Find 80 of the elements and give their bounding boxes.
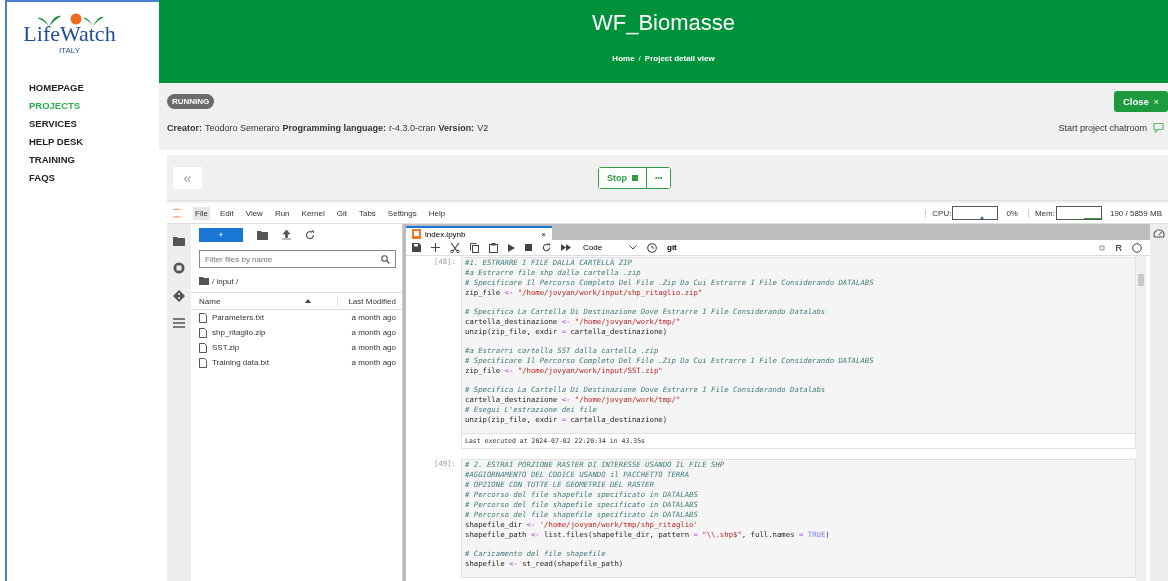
file-icon	[199, 357, 207, 368]
breadcrumb-item[interactable]: Home	[612, 54, 635, 63]
menu-item[interactable]: File	[193, 206, 210, 220]
gauge-icon[interactable]	[1153, 228, 1165, 239]
menu-item[interactable]: Settings	[385, 206, 419, 220]
cell-type-dropdown[interactable]: Code	[583, 243, 619, 252]
menu-item[interactable]: Tabs	[356, 206, 378, 220]
file-icon	[199, 312, 207, 323]
menu-item[interactable]: Edit	[217, 206, 236, 220]
clock-icon[interactable]	[647, 242, 657, 253]
logo-text[interactable]: LifeWatch	[23, 22, 116, 46]
menu-item[interactable]: Help	[426, 206, 448, 220]
file-name[interactable]: Training data.txt	[212, 358, 347, 367]
code-input[interactable]	[461, 257, 1136, 434]
tab-close-button[interactable]: ×	[541, 229, 546, 239]
nav-link[interactable]: FAQS	[29, 171, 159, 184]
menu-item[interactable]: View	[243, 206, 265, 220]
cpu-label: CPU:	[925, 208, 952, 218]
nav-link[interactable]: TRAINING	[29, 153, 159, 166]
column-header[interactable]: Name	[199, 296, 306, 306]
git-button[interactable]: git	[667, 243, 677, 252]
filter-field[interactable]: Filter files by name	[199, 250, 396, 268]
menu-item[interactable]: Git	[334, 206, 349, 220]
status-badge: RUNNING	[167, 94, 215, 109]
file-modified: a month ago	[351, 358, 396, 367]
code-input[interactable]	[461, 459, 1136, 578]
fast-forward-icon[interactable]	[561, 244, 571, 251]
file-name[interactable]: Parameters.txt	[212, 313, 347, 322]
column-header[interactable]: Last Modified	[337, 296, 396, 306]
run-icon[interactable]	[508, 243, 515, 252]
nav-link[interactable]: HOMEPAGE	[29, 81, 159, 94]
file-modified: a month ago	[351, 328, 396, 337]
list-icon[interactable]	[173, 318, 185, 328]
scrollbar[interactable]	[1136, 256, 1146, 581]
breadcrumb-item: /	[638, 54, 641, 63]
menu-item[interactable]: Kernel	[299, 206, 327, 220]
new-folder-icon[interactable]	[257, 230, 268, 240]
kernel-name[interactable]: R	[1115, 242, 1122, 253]
save-icon[interactable]	[412, 243, 421, 252]
notebook-tab[interactable]: index.ipynb ×	[406, 226, 552, 240]
file-icon	[199, 327, 207, 338]
nav-link[interactable]: HELP DESK	[29, 135, 159, 148]
stop-button[interactable]: Stop	[599, 167, 647, 188]
cut-icon[interactable]	[450, 242, 460, 253]
chevron-down-icon[interactable]	[629, 245, 637, 250]
logo-subtitle: ITALY	[58, 46, 80, 55]
cpu-reading: 0%	[1006, 208, 1018, 218]
folder-icon[interactable]	[173, 236, 185, 246]
git-icon[interactable]	[173, 290, 185, 302]
file-icon	[199, 342, 207, 353]
sort-up-icon[interactable]	[305, 299, 312, 303]
breadcrumb-path[interactable]: / input /	[212, 276, 239, 286]
project-details: Creator: Teodoro Semeraro Programming language: r-4.3.0-cran Version: V2	[167, 122, 490, 133]
page-title: WF_Biomasse	[591, 10, 735, 36]
stop-circle-icon[interactable]	[173, 262, 185, 274]
memory-reading: 190 / 5859 MB	[1109, 208, 1162, 218]
upload-icon[interactable]	[282, 230, 291, 240]
new-launcher-button[interactable]: +	[199, 228, 243, 242]
tab-title: index.ipynb	[425, 229, 467, 239]
plus-icon[interactable]	[431, 243, 440, 252]
search-icon	[381, 255, 390, 264]
paste-icon[interactable]	[489, 242, 498, 253]
chatroom-link[interactable]: Start project chatroom	[1058, 122, 1147, 133]
refresh-icon[interactable]	[305, 230, 315, 240]
copy-icon[interactable]	[470, 242, 479, 253]
breadcrumb-item: Project detail view	[644, 54, 715, 63]
notebook-icon	[412, 229, 421, 239]
menu-item[interactable]: Run	[272, 206, 292, 220]
file-modified: a month ago	[351, 343, 396, 352]
close-button[interactable]: Close ×	[1113, 91, 1168, 112]
memory-sparkline	[1055, 206, 1102, 220]
restart-icon[interactable]	[542, 243, 551, 252]
kernel-status-icon	[1132, 242, 1142, 253]
folder-icon	[199, 277, 209, 285]
file-name[interactable]: shp_ritaglio.zip	[212, 328, 347, 337]
nav-link[interactable]: SERVICES	[29, 117, 159, 130]
memory-label: Mem:	[1027, 208, 1055, 218]
cpu-sparkline	[952, 206, 999, 220]
file-name[interactable]: SST.zip	[212, 343, 347, 352]
file-modified: a month ago	[351, 313, 396, 322]
